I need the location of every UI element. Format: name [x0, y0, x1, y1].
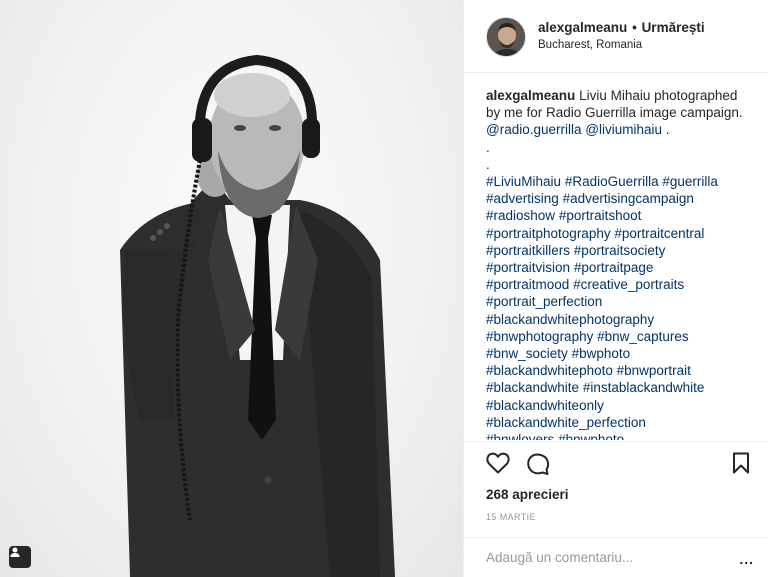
- avatar[interactable]: [486, 17, 526, 57]
- hashtag-link[interactable]: #portrait_perfection: [486, 294, 602, 309]
- user-tag-button[interactable]: [9, 546, 31, 568]
- hashtag-link[interactable]: #blackandwhiteonly: [486, 398, 604, 413]
- more-options-button[interactable]: ...: [739, 551, 754, 567]
- caption-author[interactable]: alexgalmeanu: [486, 88, 575, 103]
- caption-trailing: .: [662, 122, 670, 138]
- hashtag-line: #bnwlovers #bnwphoto: [486, 431, 754, 440]
- hashtag-link[interactable]: #creative_portraits: [573, 277, 684, 292]
- hashtag-link[interactable]: #RadioGuerrilla: [565, 174, 659, 189]
- post-date[interactable]: 15 MARTIE: [486, 512, 768, 522]
- caption-dot: .: [486, 156, 490, 172]
- hashtag-link[interactable]: #portraitphotography: [486, 226, 611, 241]
- hashtag-link[interactable]: #portraitcentral: [614, 226, 704, 241]
- hashtag-line: #blackandwhitephoto #bnwportrait: [486, 362, 754, 379]
- comment-input[interactable]: [486, 550, 726, 565]
- hashtag-link[interactable]: #portraitshoot: [559, 208, 642, 223]
- hashtag-link[interactable]: #advertising: [486, 191, 559, 206]
- hashtag-line: #bnw_society #bwphoto: [486, 345, 754, 362]
- hashtag-line: #advertising #advertisingcampaign: [486, 190, 754, 207]
- post-header: alexgalmeanu • Urmărești Bucharest, Roma…: [464, 0, 768, 73]
- hashtag-line: #blackandwhiteonly: [486, 397, 754, 414]
- likes-count[interactable]: 268 aprecieri: [486, 487, 768, 502]
- hashtag-link[interactable]: #blackandwhitephoto: [486, 363, 613, 378]
- hashtag-link[interactable]: #portraitpage: [574, 260, 654, 275]
- hashtag-list: #LiviuMihaiu #RadioGuerrilla #guerrilla #…: [486, 173, 754, 440]
- hashtag-link[interactable]: #LiviuMihaiu: [486, 174, 561, 189]
- hashtag-link[interactable]: #bnw_captures: [597, 329, 689, 344]
- hashtag-line: #radioshow #portraitshoot: [486, 207, 754, 224]
- location-link[interactable]: Bucharest, Romania: [538, 39, 705, 51]
- hashtag-link[interactable]: #advertisingcampaign: [563, 191, 694, 206]
- post-side-panel: alexgalmeanu • Urmărești Bucharest, Roma…: [463, 0, 768, 577]
- hashtag-line: #blackandwhite_perfection: [486, 414, 754, 431]
- hashtag-link[interactable]: #blackandwhitephotography: [486, 312, 654, 327]
- hashtag-link[interactable]: #bnwphotography: [486, 329, 593, 344]
- portrait-illustration: [120, 54, 395, 577]
- hashtag-link[interactable]: #blackandwhite: [486, 380, 579, 395]
- mention-radio-guerrilla[interactable]: @radio.guerrilla: [486, 122, 582, 137]
- hashtag-line: #portraitphotography #portraitcentral: [486, 225, 754, 242]
- hashtag-link[interactable]: #bnwlovers: [486, 432, 554, 440]
- hashtag-link[interactable]: #portraitvision: [486, 260, 570, 275]
- avatar-image: [487, 18, 525, 56]
- hashtag-link[interactable]: #bnwphoto: [558, 432, 624, 440]
- comment-bar: ...: [464, 537, 768, 577]
- post-caption: alexgalmeanu Liviu Mihaiu photographed b…: [486, 87, 754, 440]
- username-link[interactable]: alexgalmeanu: [538, 20, 627, 35]
- hashtag-line: #blackandwhitephotography: [486, 311, 754, 328]
- hashtag-link[interactable]: #bwphoto: [572, 346, 631, 361]
- hashtag-link[interactable]: #portraitkillers: [486, 243, 570, 258]
- hashtag-line: #LiviuMihaiu #RadioGuerrilla #guerrilla: [486, 173, 754, 190]
- hashtag-link[interactable]: #portraitsociety: [574, 243, 666, 258]
- hashtag-line: #portrait_perfection: [486, 293, 754, 310]
- hashtag-link[interactable]: #portraitmood: [486, 277, 569, 292]
- hashtag-link[interactable]: #guerrilla: [662, 174, 718, 189]
- hashtag-line: #bnwphotography #bnw_captures: [486, 328, 754, 345]
- comment-button[interactable]: [526, 452, 552, 476]
- hashtag-line: #portraitkillers #portraitsociety: [486, 242, 754, 259]
- speech-bubble-icon: [527, 453, 550, 475]
- hashtag-link[interactable]: #radioshow: [486, 208, 555, 223]
- like-button[interactable]: [486, 452, 512, 476]
- hashtag-link[interactable]: #bnwportrait: [617, 363, 691, 378]
- caption-dot: .: [486, 139, 490, 155]
- mention-liviumihaiu[interactable]: @liviumihaiu: [585, 122, 662, 137]
- hashtag-line: #blackandwhite #instablackandwhite: [486, 379, 754, 396]
- header-separator: •: [632, 20, 637, 35]
- bookmark-outline-icon: [733, 452, 749, 474]
- person-tag-icon: [10, 547, 20, 557]
- hashtag-link[interactable]: #bnw_society: [486, 346, 568, 361]
- hashtag-line: #portraitmood #creative_portraits: [486, 276, 754, 293]
- save-button[interactable]: [732, 452, 754, 476]
- hashtag-line: #portraitvision #portraitpage: [486, 259, 754, 276]
- hashtag-link[interactable]: #instablackandwhite: [583, 380, 705, 395]
- hashtag-link[interactable]: #blackandwhite_perfection: [486, 415, 646, 430]
- following-button[interactable]: Urmărești: [642, 20, 705, 35]
- heart-outline-icon: [486, 452, 510, 474]
- post-photo[interactable]: [0, 0, 463, 577]
- post-actions: 268 aprecieri 15 MARTIE: [464, 441, 768, 537]
